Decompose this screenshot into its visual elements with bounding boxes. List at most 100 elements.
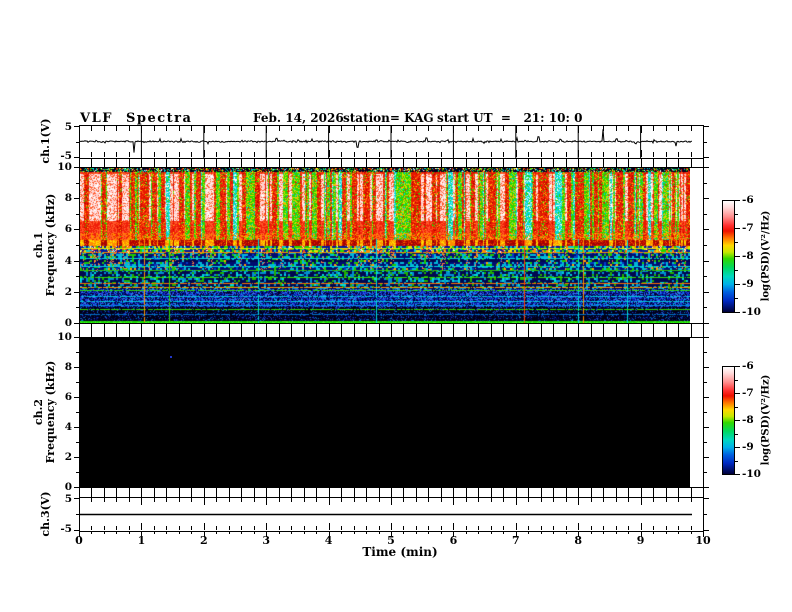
y-tick-label: 2 bbox=[64, 451, 72, 463]
p1-top-tick bbox=[441, 126, 442, 131]
p4-bottom-tick bbox=[653, 526, 654, 530]
p4-top-tick bbox=[304, 498, 305, 502]
x-minor-tick bbox=[354, 158, 355, 167]
colorbar-minor-tick bbox=[735, 380, 738, 381]
x-minor-tick bbox=[379, 323, 380, 337]
p4-bottom-tick bbox=[179, 526, 180, 530]
p1-top-tick bbox=[566, 126, 567, 131]
p4-top-tick bbox=[266, 498, 267, 505]
y-tick-left bbox=[74, 126, 79, 127]
x-axis-tick bbox=[304, 531, 305, 534]
p4-bottom-tick bbox=[691, 526, 692, 530]
header-date: Feb. 14, 2026 bbox=[253, 111, 344, 125]
y-tick-right bbox=[704, 367, 709, 368]
p4-top-tick bbox=[79, 498, 80, 505]
p4-top-tick bbox=[254, 498, 255, 502]
p1-bottom-tick bbox=[703, 150, 704, 157]
colorbar-tick-label: -7 bbox=[742, 222, 754, 234]
x-minor-tick bbox=[354, 487, 355, 497]
p1-bottom-tick bbox=[466, 152, 467, 157]
y-tick-left bbox=[76, 442, 79, 443]
x-minor-tick bbox=[79, 158, 80, 167]
x-minor-tick bbox=[403, 487, 404, 497]
y-tick-right bbox=[704, 472, 707, 473]
p1-top-tick bbox=[354, 126, 355, 131]
p4-bottom-tick bbox=[191, 526, 192, 530]
p4-bottom-tick bbox=[641, 523, 642, 530]
x-minor-tick bbox=[266, 487, 267, 497]
x-minor-tick bbox=[666, 323, 667, 337]
p1-bottom-tick bbox=[116, 152, 117, 157]
x-axis-tick bbox=[478, 531, 479, 534]
y-tick-label: 10 bbox=[57, 161, 72, 173]
x-axis-tick bbox=[116, 531, 117, 534]
p4-bottom-tick bbox=[141, 523, 142, 530]
x-minor-tick bbox=[316, 158, 317, 167]
x-axis-tick bbox=[691, 531, 692, 534]
y-tick-label: 0 bbox=[64, 317, 72, 329]
p1-top-tick bbox=[578, 126, 579, 133]
x-minor-tick bbox=[553, 158, 554, 167]
x-minor-tick bbox=[703, 487, 704, 497]
x-minor-tick bbox=[591, 158, 592, 167]
x-minor-tick bbox=[403, 323, 404, 337]
x-minor-tick bbox=[516, 323, 517, 337]
x-minor-tick bbox=[391, 487, 392, 497]
p4-bottom-tick bbox=[241, 526, 242, 530]
p1-bottom-tick bbox=[104, 152, 105, 157]
x-axis-tick bbox=[91, 531, 92, 534]
p4-top-tick bbox=[129, 498, 130, 502]
x-axis-tick bbox=[678, 531, 679, 534]
p1-bottom-tick bbox=[553, 152, 554, 157]
p1-bottom-tick bbox=[491, 152, 492, 157]
ch1-spectrogram-image bbox=[80, 168, 690, 323]
p1-bottom-tick bbox=[416, 152, 417, 157]
p1-top-tick bbox=[391, 126, 392, 133]
x-minor-tick bbox=[216, 487, 217, 497]
p1-bottom-tick bbox=[516, 150, 517, 157]
p1-bottom-tick bbox=[641, 150, 642, 157]
p4-top-tick bbox=[366, 498, 367, 502]
p1-bottom-tick bbox=[666, 152, 667, 157]
p1-top-tick bbox=[666, 126, 667, 131]
y-tick-right bbox=[704, 514, 707, 515]
p1-bottom-tick bbox=[179, 152, 180, 157]
x-minor-tick bbox=[641, 158, 642, 167]
x-minor-tick bbox=[453, 487, 454, 497]
colorbar-minor-tick bbox=[735, 434, 738, 435]
p4-top-tick bbox=[491, 498, 492, 502]
colorbar-ch2 bbox=[722, 366, 735, 475]
x-minor-tick bbox=[578, 323, 579, 337]
colorbar-minor-tick bbox=[735, 270, 738, 271]
y-tick-right bbox=[704, 457, 709, 458]
colorbar-tick-label: -9 bbox=[742, 441, 754, 453]
p4-top-tick bbox=[616, 498, 617, 502]
p1-top-tick bbox=[628, 126, 629, 131]
x-minor-tick bbox=[616, 487, 617, 497]
p1-top-tick bbox=[141, 126, 142, 133]
p4-bottom-tick bbox=[678, 526, 679, 530]
y-tick-right bbox=[704, 307, 707, 308]
p4-top-tick bbox=[678, 498, 679, 502]
x-minor-tick bbox=[116, 158, 117, 167]
x-minor-tick bbox=[553, 323, 554, 337]
p1-top-tick bbox=[91, 126, 92, 131]
x-tick-label: 1 bbox=[137, 534, 146, 547]
x-tick-label: 4 bbox=[324, 534, 333, 547]
p1-bottom-tick bbox=[254, 152, 255, 157]
y-tick-left bbox=[74, 427, 79, 428]
x-minor-tick bbox=[566, 158, 567, 167]
x-minor-tick bbox=[116, 323, 117, 337]
x-axis-tick bbox=[553, 531, 554, 534]
x-minor-tick bbox=[466, 158, 467, 167]
y-tick-right bbox=[704, 442, 707, 443]
p1-top-tick bbox=[291, 126, 292, 131]
y-tick-left bbox=[76, 307, 79, 308]
y-tick-left bbox=[76, 472, 79, 473]
p1-top-tick bbox=[428, 126, 429, 131]
x-minor-tick bbox=[491, 487, 492, 497]
x-axis-tick bbox=[179, 531, 180, 534]
p1-bottom-tick bbox=[291, 152, 292, 157]
x-minor-tick bbox=[141, 323, 142, 337]
x-axis-tick bbox=[566, 531, 567, 534]
